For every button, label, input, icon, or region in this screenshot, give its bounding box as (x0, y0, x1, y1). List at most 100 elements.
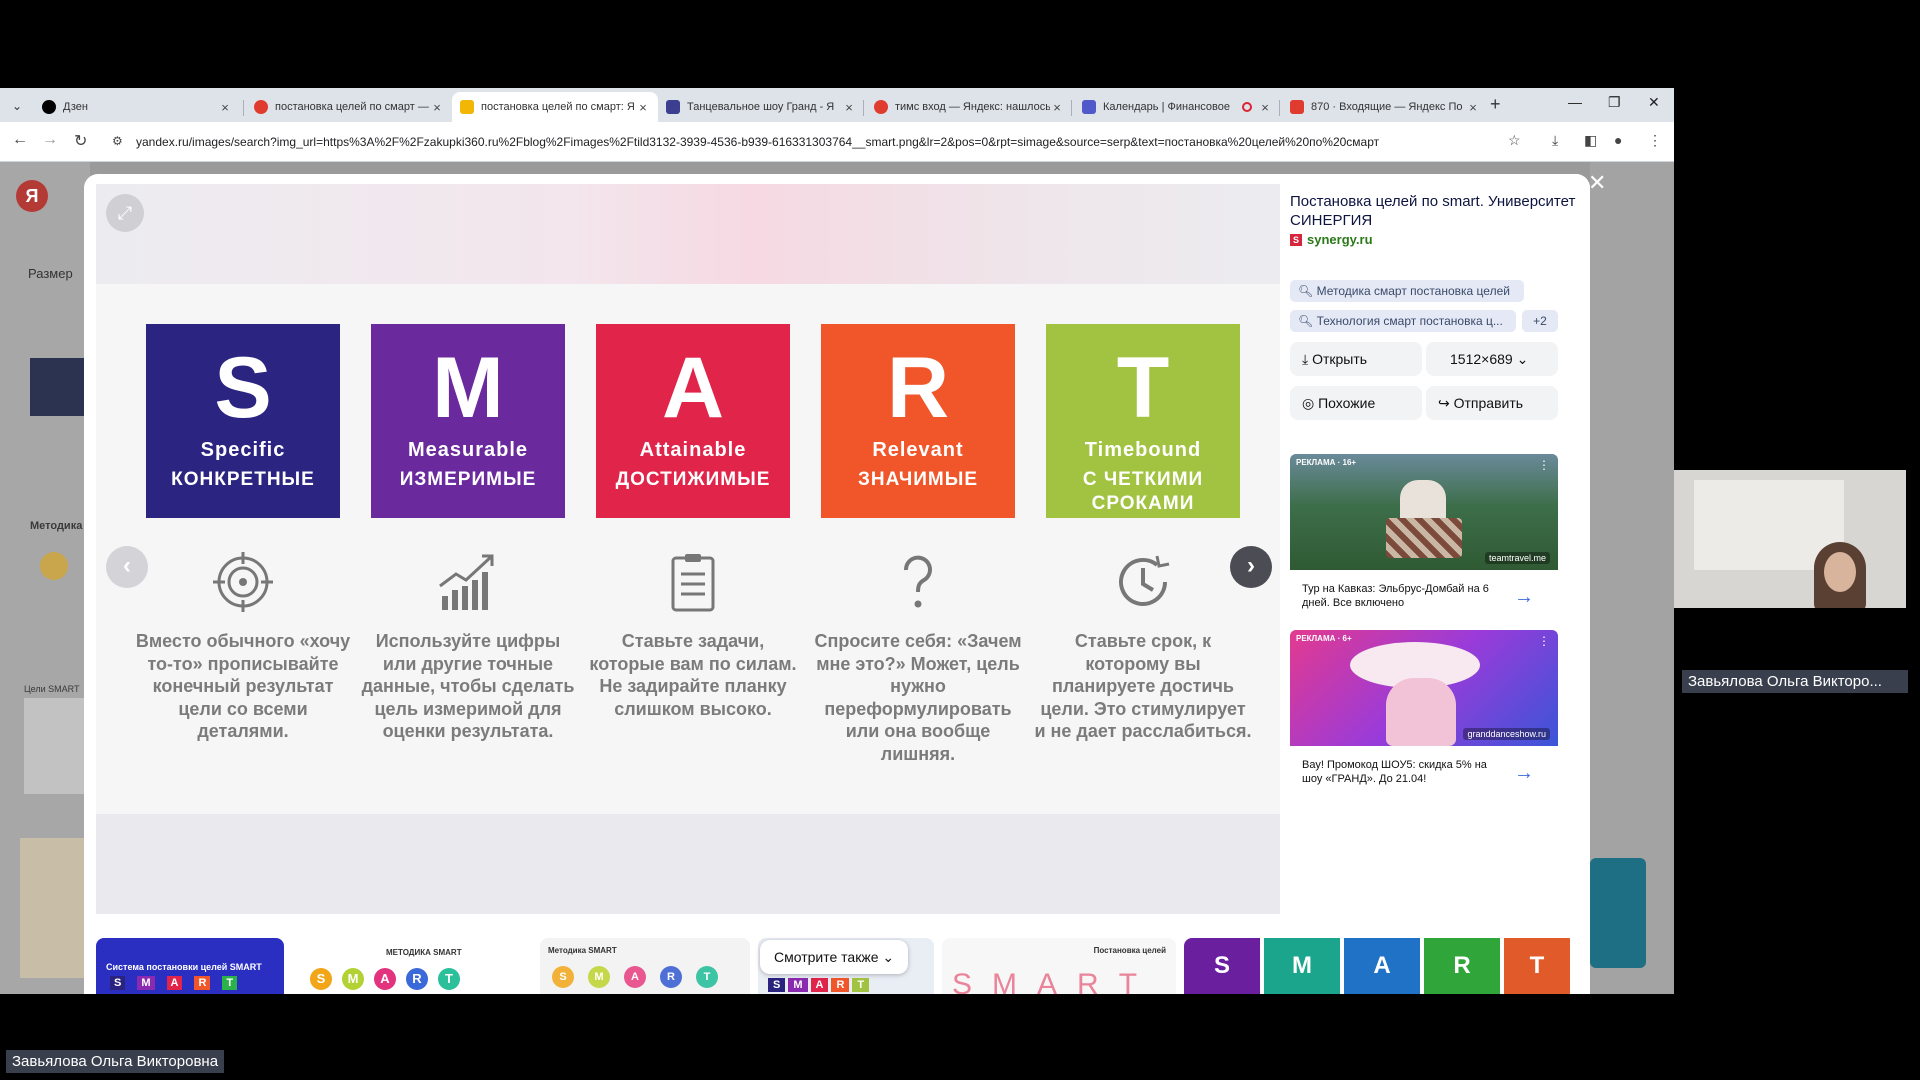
tile-ru-label: ИЗМЕРИМЫЕ (399, 469, 537, 490)
back-icon[interactable]: ← (12, 131, 28, 149)
prev-image-button[interactable]: ‹ (106, 546, 148, 588)
related-image-thumb[interactable]: МЕТОДИКА SMART S M A R T (296, 938, 532, 994)
close-tab-icon[interactable]: × (1466, 100, 1480, 115)
related-image-thumb[interactable]: Постановка целей S M A R T (942, 938, 1176, 994)
size-filter[interactable]: Размер (28, 266, 73, 281)
close-tab-icon[interactable]: × (636, 100, 650, 115)
ad-arrow-icon[interactable]: → (1514, 586, 1534, 609)
yandex-logo[interactable]: Я (16, 180, 48, 212)
restore-icon[interactable]: ❐ (1608, 94, 1621, 111)
source-site-link[interactable]: S synergy.ru (1290, 232, 1373, 247)
thumb-letters: S M A R T (552, 966, 718, 988)
tab-grand-show[interactable]: Танцевальное шоу Гранд - Я × (658, 92, 864, 122)
participant-video (1674, 470, 1906, 608)
expand-icon[interactable]: ⤢ (106, 194, 144, 232)
related-image-thumb[interactable]: Система постановки целей SMART S M A R T (96, 938, 284, 994)
related-query-chip[interactable]: 🔍︎ Методика смарт постановка целей (1290, 280, 1524, 302)
tab-dzen[interactable]: Дзен × (34, 92, 240, 122)
tab-search-active[interactable]: постановка целей по смарт: Я × (452, 92, 658, 122)
tile-t: T Timebound С ЧЕТКИМИ СРОКАМИ (1046, 324, 1240, 518)
download-icon[interactable]: ⤓ (1552, 132, 1558, 149)
presenter-name-tag: Завьялова Ольга Викторовна (6, 1050, 225, 1073)
desc-specific: Вместо обычного «хочу то-то» прописывайт… (135, 631, 351, 741)
tile-en-label: Relevant (872, 439, 964, 461)
desc-timebound: Ставьте срок, к которому вы планируете д… (1034, 631, 1252, 741)
ad-image[interactable]: РЕКЛАМА · 6+ ⋮ granddanceshow.ru (1290, 630, 1558, 746)
smart-infographic: S Specific КОНКРЕТНЫЕ M Measurable ИЗМЕР… (96, 284, 1280, 814)
background-thumb[interactable] (30, 358, 86, 416)
thumb-letters: S M A R T (952, 968, 1139, 994)
image-viewer-modal: ⤢ S Specific КОНКРЕТНЫЕ M Measurable ИЗМ… (84, 174, 1590, 994)
thumb-letter: R (1077, 968, 1101, 994)
thumb-letter: A (624, 966, 646, 988)
side-panel-icon[interactable]: ◧ (1584, 132, 1597, 149)
site-settings-icon[interactable]: ⚙ (112, 134, 123, 148)
close-viewer-icon[interactable]: ✕ (1588, 170, 1606, 196)
address-bar: ← → ↻ ⚙ yandex.ru/images/search?img_url=… (0, 122, 1674, 162)
clock-icon (1119, 555, 1170, 606)
ad-menu-icon[interactable]: ⋮ (1538, 458, 1550, 472)
background-thumb[interactable] (24, 698, 86, 794)
size-label: 1512×689 (1450, 351, 1513, 367)
tile-letter: S (214, 340, 272, 436)
close-tab-icon[interactable]: × (842, 100, 856, 115)
ad-card-travel[interactable]: РЕКЛАМА · 16+ ⋮ teamtravel.me Тур на Кав… (1290, 454, 1558, 622)
thumb-letter: A (1037, 968, 1060, 994)
open-image-button[interactable]: ⤓ Открыть (1290, 342, 1422, 376)
similar-images-button[interactable]: ◎ Похожие (1290, 386, 1422, 420)
tab-mail[interactable]: 870 · Входящие — Яндекс По × (1282, 92, 1488, 122)
close-tab-icon[interactable]: × (218, 100, 232, 115)
close-tab-icon[interactable]: × (430, 100, 444, 115)
ad-card-dance-show[interactable]: РЕКЛАМА · 6+ ⋮ granddanceshow.ru Вау! Пр… (1290, 630, 1558, 798)
background-thumb[interactable] (40, 552, 68, 580)
tile-en-label: Timebound (1084, 439, 1202, 461)
close-tab-icon[interactable]: × (1050, 100, 1064, 115)
tab-title: тимс вход — Яндекс: нашлось (895, 101, 1050, 113)
image-size-dropdown[interactable]: 1512×689 ⌄ (1426, 342, 1558, 376)
image-info-panel: Постановка целей по smart. Университет С… (1280, 174, 1590, 926)
background-thumb[interactable] (1590, 858, 1646, 968)
related-image-thumb[interactable]: S M A R T (1184, 938, 1576, 994)
thumb-title: МЕТОДИКА SMART (386, 948, 462, 957)
menu-kebab-icon[interactable]: ⋮ (1648, 132, 1662, 149)
see-also-button[interactable]: Смотрите также ⌄ (760, 940, 909, 974)
clipboard-icon (671, 554, 715, 612)
thumb-letter: T (696, 966, 718, 988)
related-query-chip[interactable]: 🔍︎ Технология смарт постановка ц... (1290, 310, 1516, 332)
more-chips-button[interactable]: +2 (1522, 310, 1558, 332)
ad-image[interactable]: РЕКЛАМА · 16+ ⋮ teamtravel.me (1290, 454, 1558, 570)
tile-en-label: Specific (200, 439, 286, 461)
related-image-thumb[interactable]: Методика SMART S M A R T (540, 938, 750, 994)
tab-search-dropdown-icon[interactable]: ⌄ (6, 96, 28, 116)
minimize-icon[interactable]: — (1568, 94, 1582, 110)
tile-r: R Relevant ЗНАЧИМЫЕ (821, 324, 1015, 518)
thumb-letter: A (374, 968, 396, 990)
participant-name-tag: Завьялова Ольга Викторо... (1682, 670, 1908, 693)
reload-icon[interactable]: ↻ (74, 131, 87, 151)
thumb-letter: A (810, 978, 829, 992)
tab-teams-search[interactable]: тимс вход — Яндекс: нашлось × (866, 92, 1072, 122)
forward-icon[interactable]: → (42, 131, 58, 149)
see-also-label: Смотрите также (774, 949, 879, 965)
background-results-column: Я Размер Методика Цели SMART (0, 162, 90, 994)
target-icon (213, 552, 273, 612)
thumb-letters: S M A R T (768, 978, 870, 992)
profile-icon[interactable]: ● (1614, 132, 1622, 148)
next-image-button[interactable]: › (1230, 546, 1272, 588)
share-button[interactable]: ↪ Отправить (1426, 386, 1558, 420)
tab-calendar[interactable]: Календарь | Финансовое × (1074, 92, 1280, 122)
ad-arrow-icon[interactable]: → (1514, 762, 1534, 785)
background-section-label: Цели SMART (24, 684, 80, 694)
tab-search-1[interactable]: постановка целей по смарт — × (246, 92, 452, 122)
synergy-favicon-icon: S (1290, 233, 1302, 246)
new-tab-button[interactable]: + (1490, 94, 1501, 115)
tile-s: S Specific КОНКРЕТНЫЕ (146, 324, 340, 518)
close-tab-icon[interactable]: × (1258, 100, 1272, 115)
ad-menu-icon[interactable]: ⋮ (1538, 634, 1550, 648)
background-thumb[interactable] (20, 838, 86, 978)
url-field[interactable]: yandex.ru/images/search?img_url=https%3A… (136, 132, 1516, 152)
image-source-title[interactable]: Постановка целей по smart. Университет С… (1290, 192, 1580, 230)
thumb-letter: S (310, 968, 332, 990)
bookmark-star-icon[interactable]: ☆ (1508, 132, 1521, 149)
close-window-icon[interactable]: ✕ (1648, 94, 1660, 111)
